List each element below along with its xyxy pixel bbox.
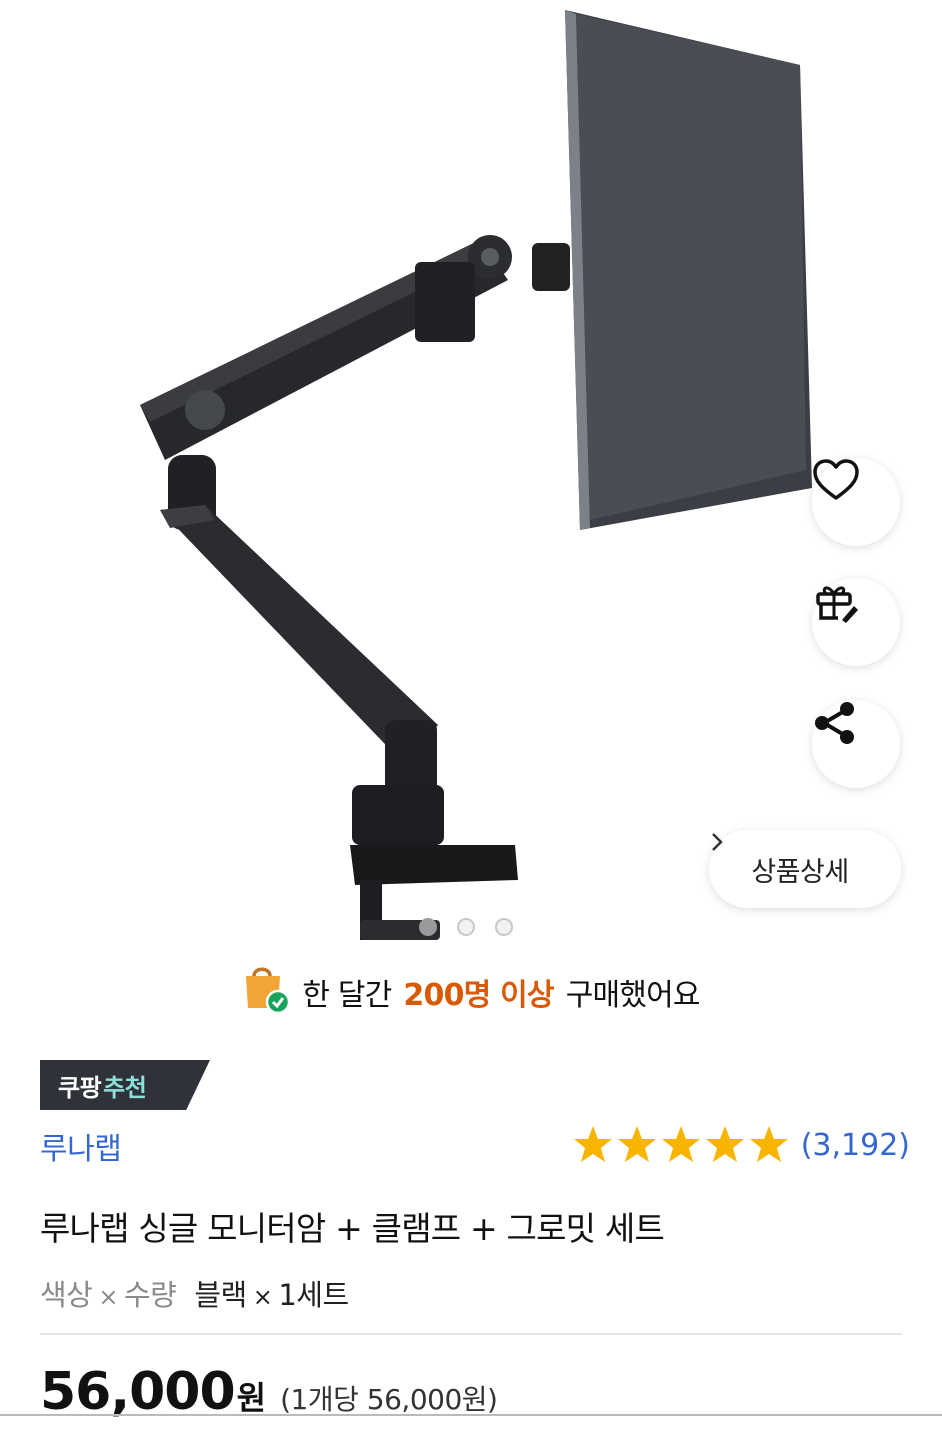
option-key-quantity: 수량 [123,1278,177,1312]
purchase-prefix: 한 달간 [302,978,392,1013]
carousel-indicator[interactable] [419,918,513,936]
product-detail-button[interactable]: 상품상세 [709,830,901,908]
option-value-color: 블랙 [194,1278,247,1312]
detail-label: 상품상세 [751,856,849,888]
carousel-dot[interactable] [495,918,513,936]
purchase-suffix: 구매했어요 [565,978,701,1013]
option-key-color: 색상 [40,1278,93,1312]
bottom-divider [0,1414,942,1416]
star-rating-icon [573,1126,788,1162]
product-image[interactable]: 상품상세 [0,0,942,955]
price: 56,000 [40,1362,236,1422]
share-button[interactable] [812,700,900,788]
coupang-recommend-badge: 쿠팡 추천 [40,1060,210,1110]
purchase-notice: 한 달간 200명 이상 구매했어요 [0,962,942,1022]
unit-price: (1개당 56,000원) [280,1383,498,1416]
divider [40,1333,902,1335]
product-title: 루나랩 싱글 모니터암 + 클램프 + 그로밋 세트 [40,1209,665,1248]
rating[interactable]: (3,192) [573,1124,910,1166]
gift-button[interactable] [812,578,900,666]
purchase-highlight: 200명 이상 [403,978,554,1013]
review-count[interactable]: (3,192) [801,1128,910,1163]
carousel-dot[interactable] [457,918,475,936]
option-separator: × [98,1283,118,1311]
badge-text: 쿠팡 [58,1073,102,1102]
currency: 원 [236,1379,267,1417]
carousel-dot[interactable] [419,918,437,936]
selected-options: 색상 × 수량 블랙 × 1세트 [40,1272,349,1314]
brand-link[interactable]: 루나랩 [40,1124,122,1168]
wishlist-button[interactable] [812,458,900,546]
badge-accent-text: 추천 [103,1073,147,1102]
option-separator: × [252,1283,273,1311]
shopping-bag-check-icon [242,962,291,1022]
option-value-quantity: 1세트 [278,1278,349,1312]
monitor-arm-photo [140,10,812,940]
price-row: 56,000 원 (1개당 56,000원) [40,1362,498,1422]
